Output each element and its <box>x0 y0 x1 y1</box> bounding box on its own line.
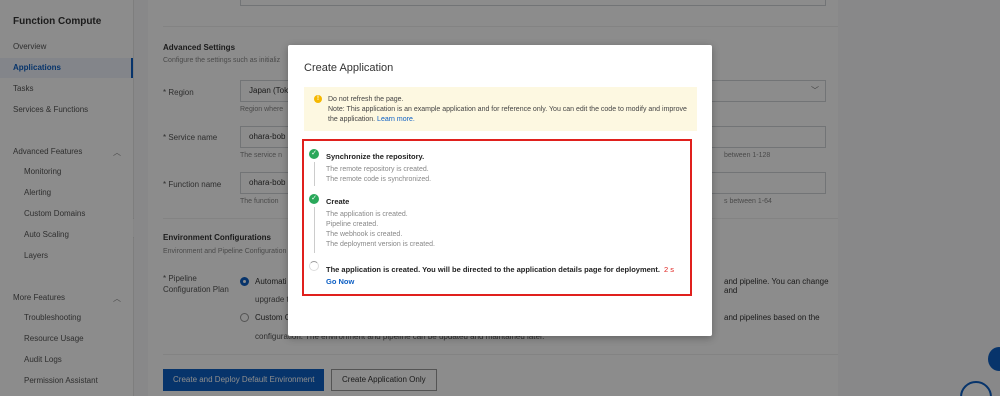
alert-title: Do not refresh the page. <box>328 96 404 103</box>
warning-icon: ! <box>314 95 322 103</box>
step-connector <box>314 207 315 253</box>
step2-detail-1: The application is created. <box>326 211 408 218</box>
check-circle-icon: ✓ <box>309 149 319 159</box>
go-now-link[interactable]: Go Now <box>326 277 354 286</box>
loading-spinner-icon <box>309 261 319 271</box>
learn-more-link[interactable]: Learn more. <box>377 116 415 123</box>
deployment-steps: ✓ Synchronize the repository. The remote… <box>302 139 692 296</box>
step2-title: Create <box>326 197 350 206</box>
step3-title-text: The application is created. You will be … <box>326 265 660 274</box>
step1-detail-2: The remote code is synchronized. <box>326 176 432 183</box>
step1-title: Synchronize the repository. <box>326 152 425 161</box>
check-circle-icon: ✓ <box>309 194 319 204</box>
step-connector <box>314 162 315 186</box>
step1-detail-1: The remote repository is created. <box>326 166 429 173</box>
countdown-timer: 2 s <box>663 265 674 274</box>
create-application-modal: Create Application ! Do not refresh the … <box>288 45 712 336</box>
step3-title: The application is created. You will be … <box>326 265 674 274</box>
alert-text: Note: This application is an example app… <box>328 105 687 125</box>
modal-title: Create Application <box>304 62 394 74</box>
step2-detail-4: The deployment version is created. <box>326 241 435 248</box>
step2-detail-2: Pipeline created. <box>326 221 379 228</box>
warning-alert: ! Do not refresh the page. Note: This ap… <box>304 87 697 131</box>
step2-detail-3: The webhook is created. <box>326 231 403 238</box>
